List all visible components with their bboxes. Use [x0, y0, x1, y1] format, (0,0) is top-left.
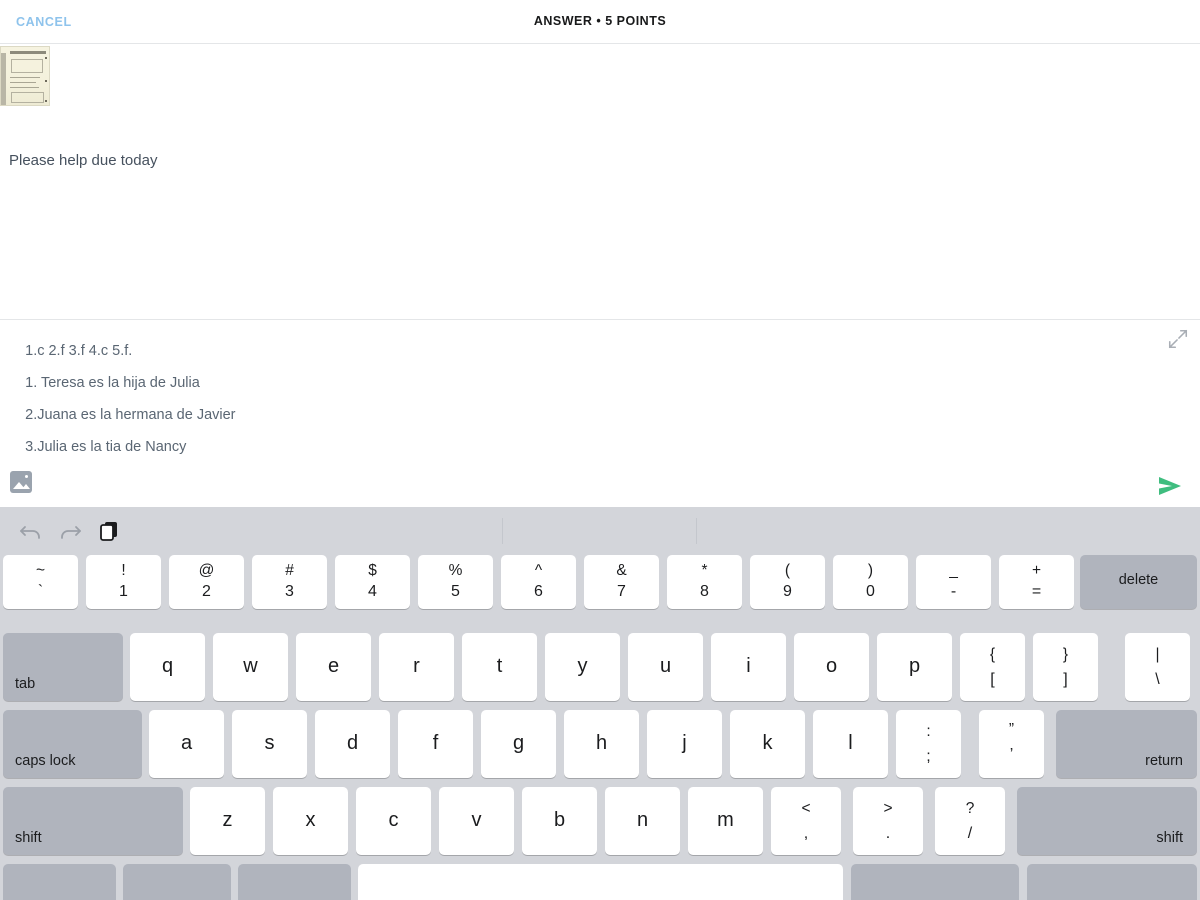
- thumbnail-detail: [45, 57, 47, 59]
- key-l[interactable]: l: [813, 710, 888, 778]
- key-x[interactable]: x: [273, 787, 348, 855]
- thumbnail-detail: [45, 80, 47, 82]
- thumbnail-detail: [10, 77, 40, 78]
- thumbnail-detail: [10, 82, 36, 83]
- question-text: Please help due today: [9, 152, 158, 169]
- key-8[interactable]: * 8: [667, 555, 742, 609]
- page-title: ANSWER • 5 POINTS: [533, 14, 667, 28]
- key-4[interactable]: $ 4: [335, 555, 410, 609]
- answer-line: 3.Julia es la tia de Nancy: [25, 439, 187, 455]
- key-b[interactable]: b: [522, 787, 597, 855]
- answer-line: 1.c 2.f 3.f 4.c 5.f.: [25, 343, 133, 359]
- thumbnail-detail: [11, 92, 44, 103]
- key-slash[interactable]: ? /: [935, 787, 1005, 855]
- key-p[interactable]: p: [877, 633, 952, 701]
- key-backtick[interactable]: ~ `: [3, 555, 78, 609]
- toolbar-divider: [696, 518, 697, 544]
- image-icon-mountain-small: [22, 484, 30, 489]
- thumbnail-detail: [45, 100, 47, 102]
- image-icon[interactable]: [10, 471, 32, 493]
- key-q[interactable]: q: [130, 633, 205, 701]
- key-e[interactable]: e: [296, 633, 371, 701]
- key-s[interactable]: s: [232, 710, 307, 778]
- key-c[interactable]: c: [356, 787, 431, 855]
- keyboard-dismiss-icon[interactable]: [1027, 864, 1197, 900]
- key-space[interactable]: [358, 864, 843, 900]
- key-quote[interactable]: ” ’: [979, 710, 1044, 778]
- paste-clipboard-icon[interactable]: [97, 518, 123, 544]
- key-comma[interactable]: < ,: [771, 787, 841, 855]
- answer-editor[interactable]: 1.c 2.f 3.f 4.c 5.f. 1. Teresa es la hij…: [0, 319, 1200, 519]
- key-w[interactable]: w: [213, 633, 288, 701]
- key-backslash[interactable]: | \: [1125, 633, 1190, 701]
- question-area: Please help due today: [0, 44, 1200, 319]
- redo-arrow-icon[interactable]: [57, 518, 83, 544]
- image-icon-sun: [25, 475, 28, 478]
- key-6[interactable]: ^ 6: [501, 555, 576, 609]
- thumbnail-spine: [1, 53, 6, 105]
- key-return[interactable]: return: [1056, 710, 1197, 778]
- expand-diagonal-arrows-icon[interactable]: [1167, 328, 1189, 350]
- answer-line: 1. Teresa es la hija de Julia: [25, 375, 200, 391]
- undo-arrow-icon[interactable]: [18, 518, 44, 544]
- thumbnail-detail: [11, 59, 43, 73]
- key-r[interactable]: r: [379, 633, 454, 701]
- key-m[interactable]: m: [688, 787, 763, 855]
- answer-line: 2.Juana es la hermana de Javier: [25, 407, 236, 423]
- key-5[interactable]: % 5: [418, 555, 493, 609]
- send-paper-plane-icon[interactable]: [1156, 473, 1184, 499]
- microphone-icon[interactable]: [238, 864, 351, 900]
- key-k[interactable]: k: [730, 710, 805, 778]
- key-shift-left[interactable]: shift: [3, 787, 183, 855]
- question-attachment-thumbnail[interactable]: [0, 46, 50, 106]
- key-t[interactable]: t: [462, 633, 537, 701]
- key-d[interactable]: d: [315, 710, 390, 778]
- key-minus[interactable]: _ -: [916, 555, 991, 609]
- key-shift-right[interactable]: shift: [1017, 787, 1197, 855]
- key-bracket-left[interactable]: { [: [960, 633, 1025, 701]
- key-7[interactable]: & 7: [584, 555, 659, 609]
- key-y[interactable]: y: [545, 633, 620, 701]
- key-z[interactable]: z: [190, 787, 265, 855]
- key-numeric-left[interactable]: .?123: [123, 864, 231, 900]
- compose-bar: [0, 465, 1200, 507]
- keyboard-toolbar: [0, 507, 1200, 555]
- key-delete[interactable]: delete: [1080, 555, 1197, 609]
- key-period[interactable]: > .: [853, 787, 923, 855]
- on-screen-keyboard: ~ ` ! 1 @ 2 # 3 $ 4 % 5 ^ 6 & 7 * 8 (9 …: [0, 507, 1200, 900]
- key-g[interactable]: g: [481, 710, 556, 778]
- key-f[interactable]: f: [398, 710, 473, 778]
- thumbnail-detail: [10, 87, 39, 88]
- key-0[interactable]: ) 0: [833, 555, 908, 609]
- key-semicolon[interactable]: : ;: [896, 710, 961, 778]
- key-j[interactable]: j: [647, 710, 722, 778]
- emoji-smiley-icon[interactable]: [3, 864, 116, 900]
- key-equals[interactable]: + =: [999, 555, 1074, 609]
- top-header-bar: CANCEL ANSWER • 5 POINTS: [0, 0, 1200, 44]
- toolbar-divider: [502, 518, 503, 544]
- key-bracket-right[interactable]: } ]: [1033, 633, 1098, 701]
- key-n[interactable]: n: [605, 787, 680, 855]
- key-h[interactable]: h: [564, 710, 639, 778]
- key-v[interactable]: v: [439, 787, 514, 855]
- thumbnail-detail: [10, 51, 46, 54]
- key-numeric-right[interactable]: .?123: [851, 864, 1019, 900]
- key-o[interactable]: o: [794, 633, 869, 701]
- key-tab[interactable]: tab: [3, 633, 123, 701]
- key-9[interactable]: ( 9: [750, 555, 825, 609]
- key-caps-lock[interactable]: caps lock: [3, 710, 142, 778]
- key-1[interactable]: ! 1: [86, 555, 161, 609]
- key-a[interactable]: a: [149, 710, 224, 778]
- key-i[interactable]: i: [711, 633, 786, 701]
- key-2[interactable]: @ 2: [169, 555, 244, 609]
- key-3[interactable]: # 3: [252, 555, 327, 609]
- key-u[interactable]: u: [628, 633, 703, 701]
